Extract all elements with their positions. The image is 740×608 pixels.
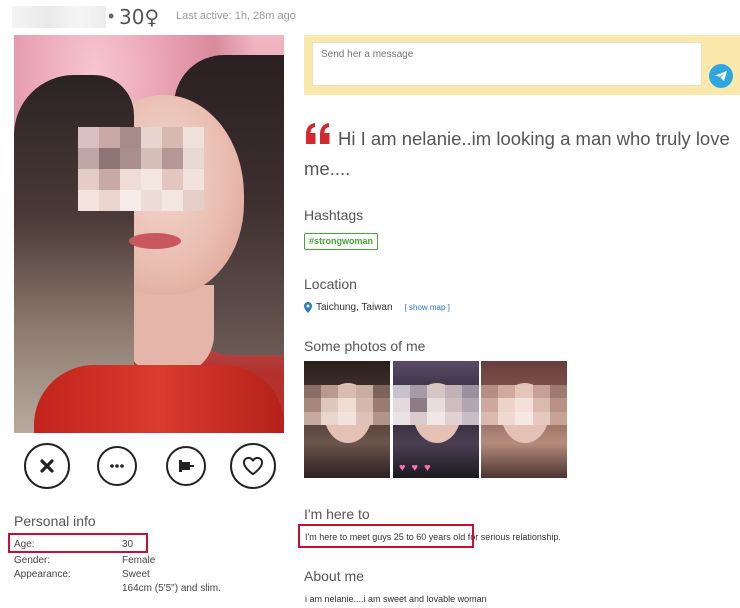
location-row: Taichung, Taiwan [ show map ] [304, 300, 450, 314]
personal-info-title: Personal info [14, 513, 96, 529]
appearance-label: Appearance: [14, 569, 71, 580]
like-button[interactable] [230, 443, 276, 489]
last-active-text: Last active: 1h, 28m ago [176, 10, 296, 22]
face-pixelation [304, 385, 390, 425]
face-pixelation [78, 127, 204, 211]
gender-label: Gender: [14, 555, 51, 566]
profile-thumbnail[interactable] [304, 361, 390, 478]
paper-plane-icon [715, 71, 727, 81]
here-to-highlight-box [298, 524, 474, 548]
pin-button[interactable] [166, 446, 206, 486]
message-panel [304, 35, 740, 95]
about-text: i am nelanie....i am sweet and lovable w… [305, 594, 487, 604]
heart-icon [242, 456, 264, 476]
show-map-link[interactable]: [ show map ] [405, 303, 450, 312]
header-age: 30♀ [119, 5, 159, 29]
pin-icon [179, 460, 194, 472]
main-profile-photo[interactable] [14, 35, 284, 433]
blurred-username [12, 6, 106, 28]
age-highlight-box [8, 533, 148, 553]
hashtag-strongwoman[interactable]: #strongwoman [304, 233, 379, 250]
location-pin-icon [304, 301, 312, 313]
heart-stickers: ♥♥♥ [399, 462, 437, 474]
photos-title: Some photos of me [304, 338, 426, 354]
location-title: Location [304, 276, 357, 292]
here-to-title: I'm here to [304, 506, 370, 522]
profile-thumbnail[interactable]: ♥♥♥ [393, 361, 479, 478]
profile-quote: Hi I am nelanie..im looking a man who tr… [304, 128, 730, 179]
location-text: Taichung, Taiwan [316, 301, 393, 313]
more-dots-icon [110, 464, 124, 468]
photo-dress [34, 365, 284, 433]
appearance-detail: 164cm (5'5") and slim. [122, 583, 221, 594]
face-pixelation [393, 385, 479, 425]
about-title: About me [304, 568, 364, 584]
female-icon: ♀ [144, 5, 160, 29]
header-age-value: 30 [119, 5, 145, 29]
gender-value: Female [122, 555, 156, 566]
profile-header: • 30♀ Last active: 1h, 28m ago [0, 0, 300, 34]
profile-actions [24, 443, 279, 491]
profile-thumbnail[interactable] [481, 361, 567, 478]
appearance-value: Sweet [122, 569, 150, 580]
send-message-button[interactable] [709, 64, 733, 88]
close-x-icon [40, 459, 54, 473]
header-separator: • [108, 6, 115, 26]
more-options-button[interactable] [97, 446, 137, 486]
message-input[interactable] [312, 42, 702, 86]
face-pixelation [481, 385, 567, 425]
photo-neck [124, 285, 214, 375]
hashtags-title: Hashtags [304, 207, 364, 223]
photo-lips [129, 233, 181, 249]
reject-button[interactable] [24, 443, 70, 489]
